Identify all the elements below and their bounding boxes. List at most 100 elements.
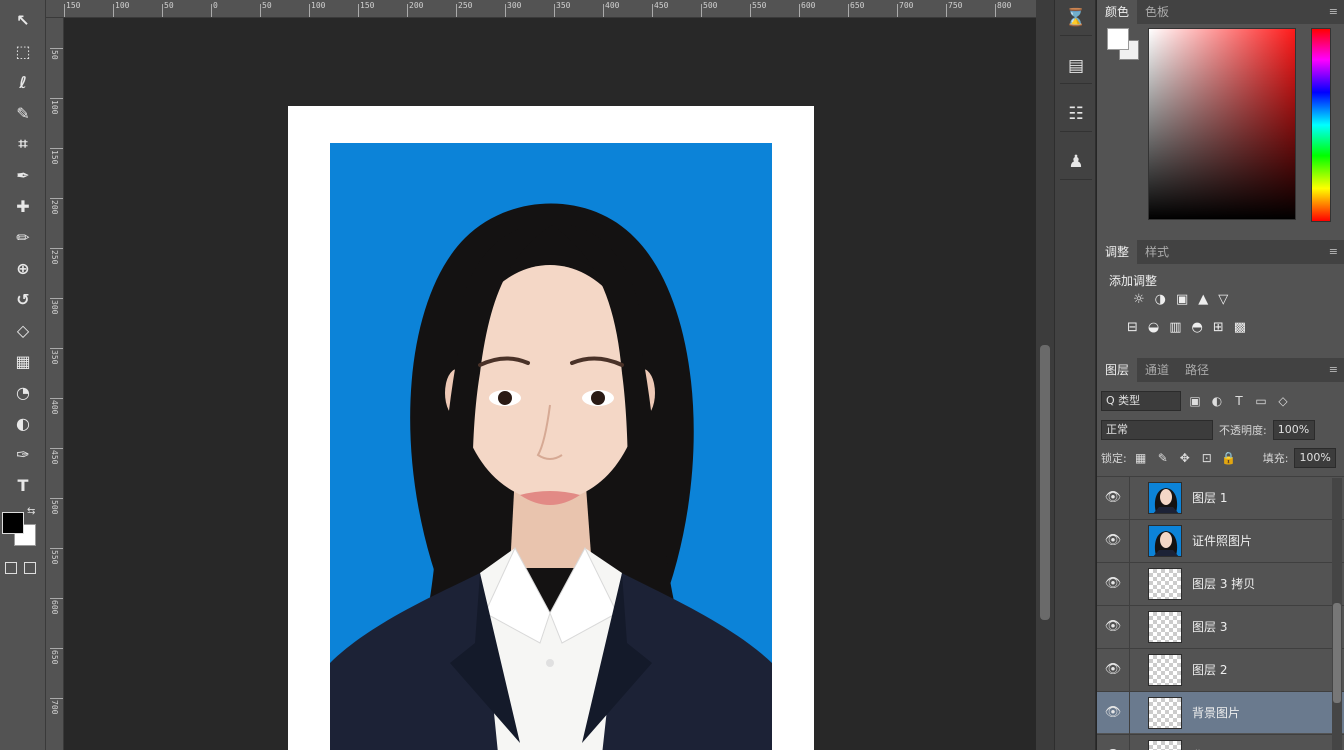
adjustment-icon[interactable]: ▥ — [1169, 320, 1181, 335]
adjustment-icon[interactable]: ▲ — [1198, 292, 1208, 307]
adjustment-icon[interactable]: ▣ — [1176, 292, 1188, 307]
layer-thumbnail[interactable] — [1148, 696, 1182, 729]
divider — [1129, 476, 1130, 519]
layer-thumbnail[interactable] — [1148, 610, 1182, 643]
layer-thumbnail[interactable] — [1148, 739, 1182, 750]
layer-thumbnail[interactable] — [1148, 481, 1182, 514]
crop-icon[interactable]: ⌗ — [9, 130, 37, 158]
visibility-eye-icon[interactable]: 👁 — [1097, 490, 1129, 505]
layer-thumbnail[interactable] — [1148, 567, 1182, 600]
history-brush-icon[interactable]: ↺ — [9, 285, 37, 313]
history-icon[interactable]: ⌛ — [1060, 0, 1092, 36]
foreground-color-swatch[interactable] — [1107, 28, 1129, 50]
clone-stamp-icon[interactable]: ⊕ — [9, 254, 37, 282]
screen-mode-icon[interactable] — [24, 562, 36, 574]
visibility-eye-icon[interactable]: 👁 — [1097, 662, 1129, 677]
layer-thumbnail[interactable] — [1148, 524, 1182, 557]
layer-thumbnail[interactable] — [1148, 653, 1182, 686]
pen-icon[interactable]: ✑ — [9, 440, 37, 468]
visibility-eye-icon[interactable]: 👁 — [1097, 576, 1129, 591]
color-panel-tabs: 颜色 色板 ≡ — [1097, 0, 1344, 24]
adjustments-panel-tabs: 调整 样式 ≡ — [1097, 240, 1344, 264]
gradient-icon[interactable]: ▦ — [9, 347, 37, 375]
tab-layers[interactable]: 图层 — [1097, 358, 1138, 382]
ruler-tick — [50, 198, 63, 199]
adjustment-icon[interactable]: ⊞ — [1213, 320, 1224, 335]
opacity-field[interactable]: 100% — [1272, 420, 1315, 440]
layer-row[interactable]: 👁 图层 3 拷贝 — [1097, 562, 1344, 605]
swatches-icon[interactable]: ☷ — [1060, 96, 1092, 132]
vertical-ruler[interactable]: 50 100 150 200 250 300 350 400 450 500 550 600 650 70… — [46, 18, 64, 750]
eyedropper-icon[interactable]: ✒ — [9, 161, 37, 189]
hue-slider[interactable] — [1311, 28, 1331, 222]
scrollbar-thumb[interactable] — [1040, 345, 1050, 620]
adjustment-icon[interactable]: ☼ — [1133, 292, 1145, 307]
fill-field[interactable]: 100% — [1294, 448, 1337, 468]
layer-kind-filter[interactable]: Q 类型 — [1101, 391, 1181, 411]
quick-select-icon[interactable]: ✎ — [9, 99, 37, 127]
ruler-tick — [64, 4, 65, 17]
layer-filter-icon[interactable]: ▣ — [1187, 394, 1203, 408]
tab-styles[interactable]: 样式 — [1137, 240, 1177, 264]
canvas-vertical-scrollbar[interactable] — [1036, 0, 1054, 750]
canvas-workspace[interactable] — [64, 18, 1036, 750]
visibility-eye-icon[interactable]: 👁 — [1097, 533, 1129, 548]
layer-name: 证件照图片 — [1192, 534, 1253, 548]
lock-icon[interactable]: ▦ — [1133, 451, 1149, 465]
brush-icon[interactable]: ✏ — [9, 223, 37, 251]
dodge-icon[interactable]: ◐ — [9, 409, 37, 437]
lock-icon[interactable]: ✥ — [1177, 451, 1193, 465]
foreground-color-swatch[interactable] — [2, 512, 24, 534]
blur-icon[interactable]: ◔ — [9, 378, 37, 406]
quick-mask-icon[interactable] — [5, 562, 17, 574]
adjustment-icon[interactable]: ◓ — [1192, 320, 1203, 335]
blend-mode-select[interactable]: 正常 — [1101, 420, 1213, 440]
tab-color[interactable]: 颜色 — [1097, 0, 1138, 24]
horizontal-ruler[interactable]: 150 100 50 0 50 100 150 200 250 300 350 400 450 500 55… — [46, 0, 1036, 18]
layer-row[interactable]: 👁 图层 3 — [1097, 605, 1344, 648]
lock-icon[interactable]: ✎ — [1155, 451, 1171, 465]
tab-swatches[interactable]: 色板 — [1137, 0, 1177, 24]
tab-adjustments[interactable]: 调整 — [1097, 240, 1138, 264]
tab-paths[interactable]: 路径 — [1177, 358, 1217, 382]
healing-brush-icon[interactable]: ✚ — [9, 192, 37, 220]
properties-icon[interactable]: ▤ — [1060, 48, 1092, 84]
lock-icon[interactable]: 🔒 — [1221, 451, 1237, 465]
visibility-eye-icon[interactable]: 👁 — [1097, 705, 1129, 720]
layer-filter-icon[interactable]: ◐ — [1209, 394, 1225, 408]
ruler-tick — [554, 4, 555, 17]
panel-menu-icon[interactable]: ≡ — [1323, 358, 1344, 382]
scrollbar-thumb[interactable] — [1333, 603, 1341, 703]
layer-filter-icon[interactable]: ◇ — [1275, 394, 1291, 408]
lock-icon[interactable]: ⊡ — [1199, 451, 1215, 465]
libraries-icon[interactable]: ♟ — [1060, 144, 1092, 180]
layer-filter-icon[interactable]: T — [1231, 394, 1247, 408]
panel-menu-icon[interactable]: ≡ — [1323, 0, 1344, 24]
adjustment-icon[interactable]: ⊟ — [1127, 320, 1138, 335]
tab-channels[interactable]: 通道 — [1137, 358, 1177, 382]
adjustment-icon[interactable]: ▽ — [1218, 292, 1228, 307]
eraser-icon[interactable]: ◇ — [9, 316, 37, 344]
divider — [1129, 562, 1130, 605]
adjustment-icon[interactable]: ◑ — [1155, 292, 1166, 307]
layer-row[interactable]: 👁 图层 2 — [1097, 648, 1344, 691]
adjustment-icon[interactable]: ▩ — [1234, 320, 1246, 335]
layer-filter-icon[interactable]: ▭ — [1253, 394, 1269, 408]
ruler-tick-label: 650 — [850, 1, 865, 10]
panel-menu-icon[interactable]: ≡ — [1323, 240, 1344, 264]
layer-row[interactable]: 👁背景 — [1097, 734, 1344, 750]
marquee-icon[interactable]: ⬚ — [9, 37, 37, 65]
type-icon[interactable]: T — [9, 471, 37, 499]
lasso-icon[interactable]: ℓ — [9, 68, 37, 96]
adjustment-icon[interactable]: ◒ — [1148, 320, 1159, 335]
ruler-tick — [50, 248, 63, 249]
swap-colors-icon[interactable]: ⇆ — [27, 506, 35, 517]
color-picker-field[interactable] — [1148, 28, 1296, 220]
layer-row[interactable]: 👁 证件照图片 — [1097, 519, 1344, 562]
document-canvas[interactable] — [288, 106, 814, 750]
layer-row[interactable]: 👁 背景图片 — [1097, 691, 1344, 734]
layer-row[interactable]: 👁 图层 1 — [1097, 476, 1344, 519]
visibility-eye-icon[interactable]: 👁 — [1097, 619, 1129, 634]
move-icon[interactable]: ↖ — [9, 6, 37, 34]
layers-scrollbar[interactable] — [1332, 478, 1342, 750]
